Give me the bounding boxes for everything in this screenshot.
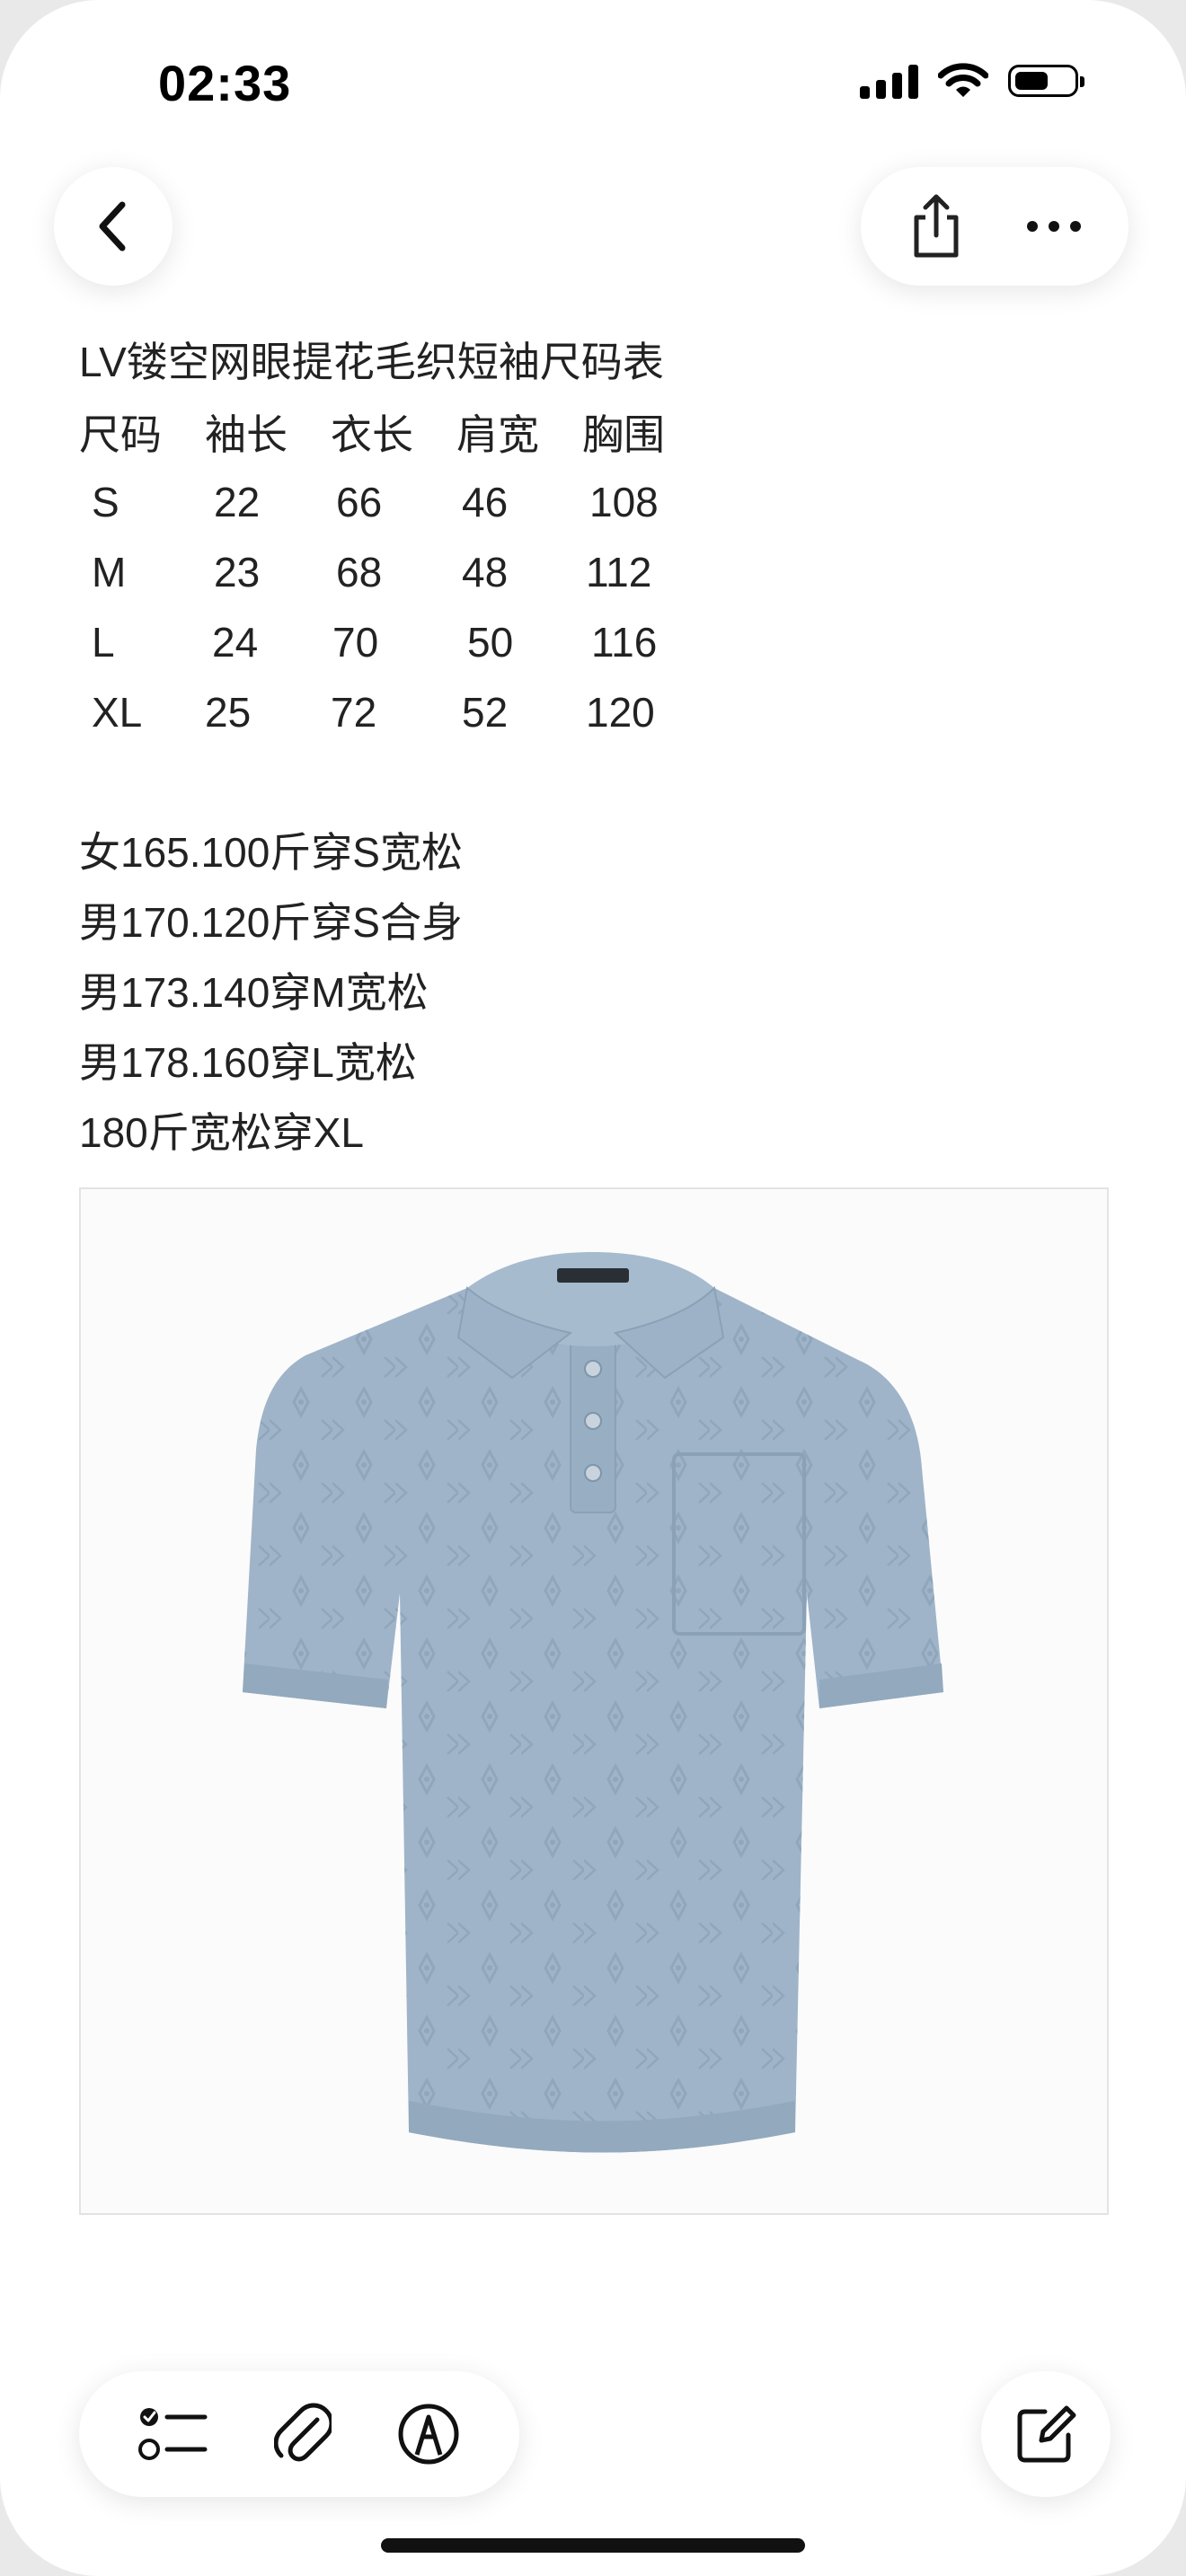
table-cell: 23 xyxy=(214,549,261,595)
table-cell: 24 xyxy=(212,619,259,666)
table-row: XL 25 72 52 120 xyxy=(79,677,726,747)
table-header: 袖长 xyxy=(205,411,288,458)
battery-icon xyxy=(1008,65,1084,97)
table-header: 尺码 xyxy=(79,411,162,458)
table-cell: 112 xyxy=(586,549,652,595)
recommendation-line: 男173.140穿M宽松 xyxy=(79,969,429,1016)
table-cell: 52 xyxy=(462,689,509,736)
more-icon xyxy=(1026,221,1081,232)
cellular-signal-icon xyxy=(860,63,918,99)
attachment-icon xyxy=(273,2403,332,2462)
share-button[interactable] xyxy=(907,192,965,260)
size-chart-table: 尺码 袖长 衣长 肩宽 胸围 S 22 66 46 108 M 23 68 48… xyxy=(79,397,726,747)
table-cell: XL xyxy=(92,689,143,736)
compose-button[interactable] xyxy=(981,2371,1111,2497)
checklist-icon xyxy=(138,2408,208,2460)
share-icon xyxy=(914,194,958,258)
top-actions xyxy=(861,167,1128,286)
recommendation-line: 男170.120斤穿S合身 xyxy=(79,899,463,946)
table-cell: M xyxy=(92,549,127,595)
table-cell: 48 xyxy=(462,549,509,595)
home-indicator[interactable] xyxy=(381,2538,805,2553)
back-icon xyxy=(99,201,126,251)
table-row: M 23 68 48 112 xyxy=(79,537,726,607)
table-header: 胸围 xyxy=(582,411,665,458)
table-header: 衣长 xyxy=(331,411,413,458)
phone-screen: 02:33 LV镂空网眼提花毛织短袖尺码表 尺码 袖长 衣长 肩宽 胸围 S 2… xyxy=(0,0,1186,2576)
note-title: LV镂空网眼提花毛织短袖尺码表 xyxy=(79,339,664,385)
compose-icon xyxy=(1017,2405,1076,2463)
table-cell: 108 xyxy=(589,479,659,525)
table-cell: 120 xyxy=(586,689,655,736)
attachment-button[interactable] xyxy=(273,2402,332,2466)
markup-button[interactable] xyxy=(397,2403,460,2466)
more-button[interactable] xyxy=(1025,219,1083,234)
table-cell: 50 xyxy=(467,619,514,666)
recommendation-line: 男178.160穿L宽松 xyxy=(79,1039,417,1086)
table-row: L 24 70 50 116 xyxy=(79,607,726,677)
table-cell: 22 xyxy=(214,479,261,525)
table-cell: 25 xyxy=(205,689,252,736)
table-header: 肩宽 xyxy=(456,411,539,458)
note-body[interactable]: LV镂空网眼提花毛织短袖尺码表 尺码 袖长 衣长 肩宽 胸围 S 22 66 4… xyxy=(79,327,1112,1168)
table-cell: 68 xyxy=(336,549,383,595)
bottom-actions xyxy=(79,2371,519,2497)
status-time: 02:33 xyxy=(158,55,292,111)
table-cell: S xyxy=(92,479,119,525)
recommendation-line: 180斤宽松穿XL xyxy=(79,1109,365,1156)
table-cell: L xyxy=(92,619,115,666)
table-cell: 116 xyxy=(591,619,658,666)
table-cell: 70 xyxy=(332,619,379,666)
table-header-row: 尺码 袖长 衣长 肩宽 胸围 xyxy=(79,397,726,467)
back-button[interactable] xyxy=(54,167,173,286)
markup-icon xyxy=(398,2404,459,2465)
status-icons xyxy=(860,63,1084,99)
product-image[interactable] xyxy=(79,1187,1109,2215)
table-cell: 46 xyxy=(462,479,509,525)
wifi-icon xyxy=(938,63,988,97)
table-cell: 66 xyxy=(336,479,383,525)
table-row: S 22 66 46 108 xyxy=(79,467,726,537)
recommendation-line: 女165.100斤穿S宽松 xyxy=(79,829,463,876)
polo-shirt-illustration xyxy=(243,1252,943,2153)
table-cell: 72 xyxy=(331,689,377,736)
checklist-button[interactable] xyxy=(138,2404,208,2464)
